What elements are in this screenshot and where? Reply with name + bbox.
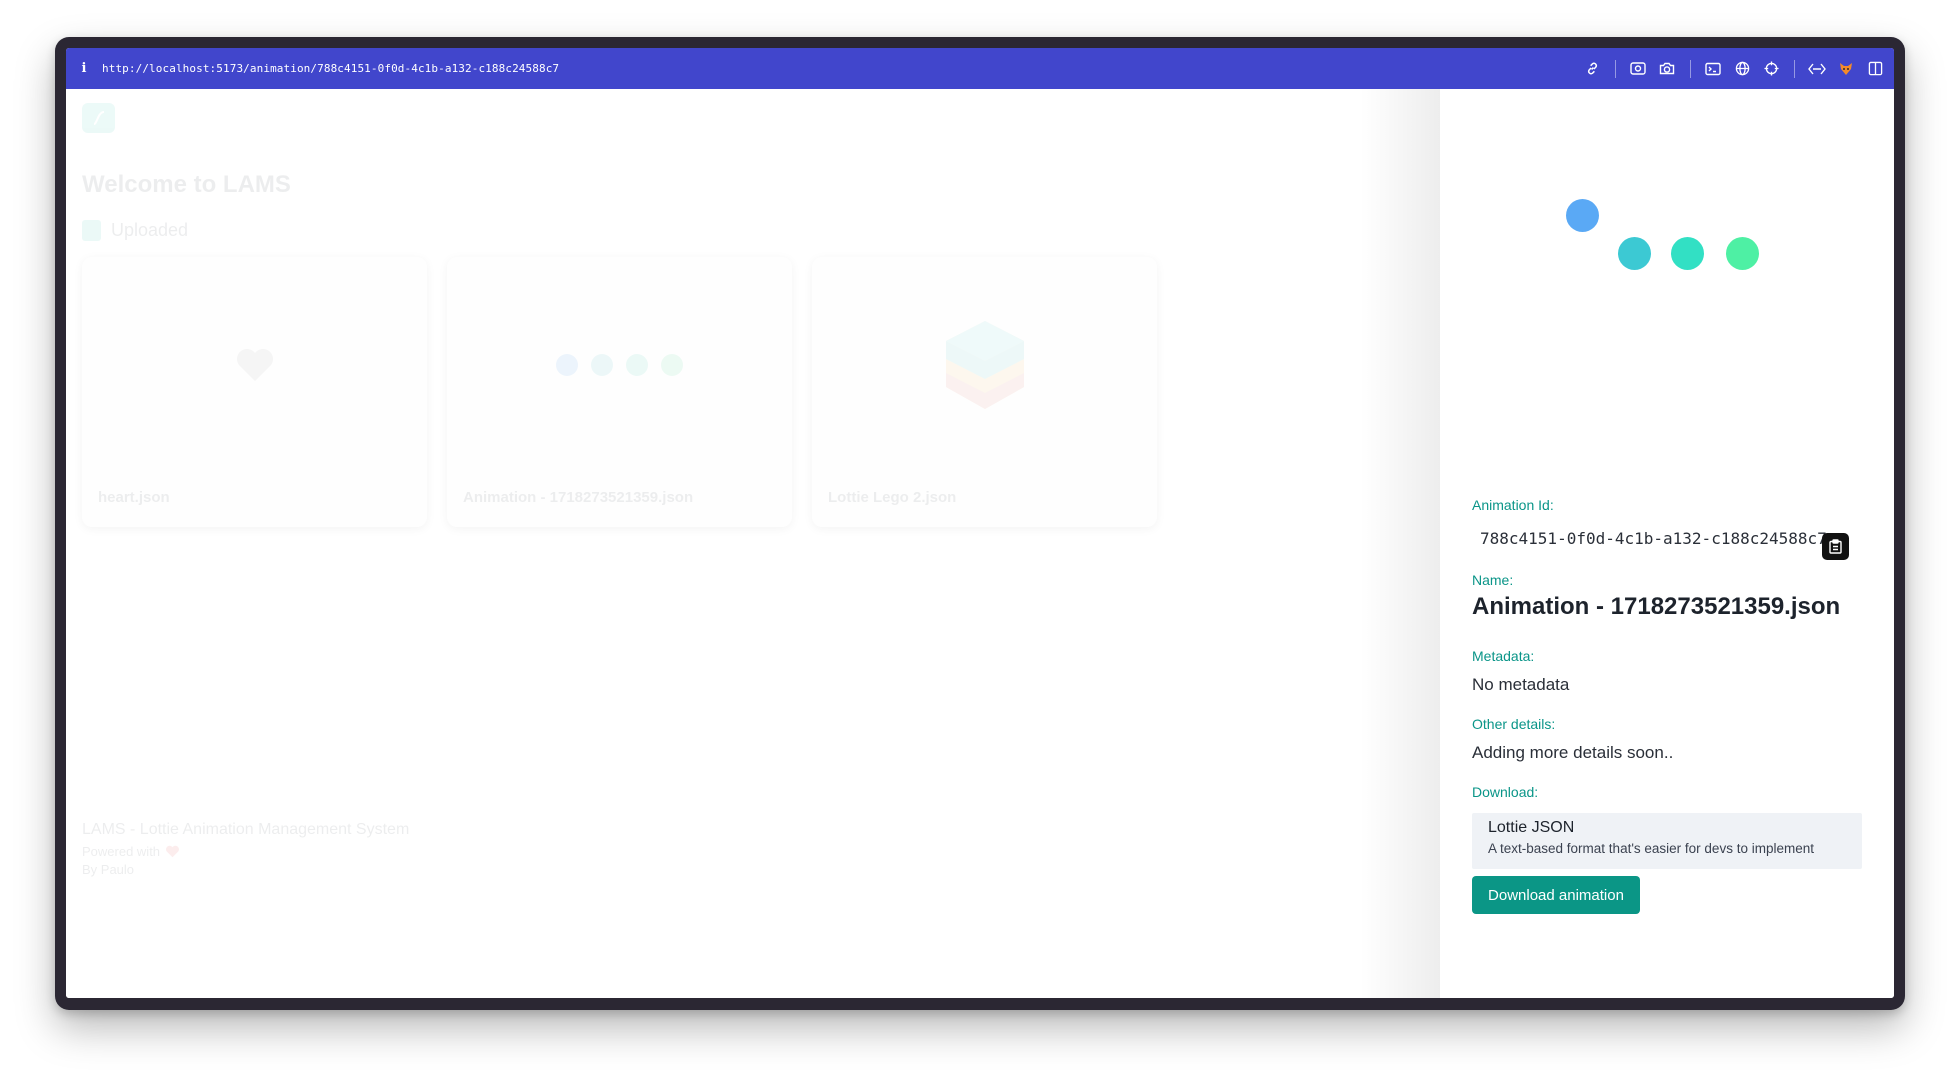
other-details-value: Adding more details soon..: [1472, 743, 1674, 762]
toolbar-divider: [1615, 59, 1616, 78]
animation-id-value: 788c4151-0f0d-4c1b-a132-c188c24588c7: [1480, 529, 1827, 548]
split-panel-icon[interactable]: [1866, 60, 1884, 78]
metadata-value: No metadata: [1472, 675, 1570, 694]
code-arrows-icon[interactable]: [1808, 60, 1826, 78]
uploaded-section-header: Uploaded: [82, 220, 188, 241]
footer-title: LAMS - Lottie Animation Management Syste…: [82, 821, 410, 838]
preview-dot: [1618, 237, 1651, 270]
format-title: Lottie JSON: [1488, 819, 1575, 836]
footer-powered: Powered with: [82, 844, 409, 859]
format-description: A text-based format that's easier for de…: [1488, 841, 1814, 856]
dimmed-page-content: Welcome to LAMS Uploaded heart.json Anim…: [66, 89, 1440, 998]
animation-card[interactable]: Animation - 1718273521359.json: [447, 257, 792, 527]
card-preview: [812, 257, 1157, 472]
card-filename: Lottie Lego 2.json: [828, 489, 957, 506]
page-title: Welcome to LAMS: [82, 171, 291, 198]
lams-logo[interactable]: [82, 103, 115, 133]
dots-preview: [556, 353, 683, 376]
animation-id-label: Animation Id:: [1472, 497, 1554, 513]
clipboard-icon: [1829, 539, 1842, 554]
globe-icon[interactable]: [1733, 60, 1751, 78]
footer-author: By Paulo: [82, 862, 135, 877]
animation-detail-drawer: Animation Id: 788c4151-0f0d-4c1b-a132-c1…: [1440, 89, 1894, 998]
browser-viewport: i http://localhost:5173/animation/788c41…: [66, 48, 1894, 998]
card-preview: [82, 257, 427, 472]
other-details-label: Other details:: [1472, 716, 1556, 732]
card-filename: heart.json: [98, 489, 170, 506]
copy-id-button[interactable]: [1822, 533, 1849, 560]
uploaded-label: Uploaded: [111, 220, 189, 240]
animation-preview: [1440, 89, 1894, 369]
browser-window: i http://localhost:5173/animation/788c41…: [55, 37, 1905, 1010]
toolbar-divider: [1794, 59, 1795, 78]
animation-card-list: heart.json Animation - 1718273521359.jso…: [82, 257, 1157, 527]
animation-name: Animation - 1718273521359.json: [1472, 593, 1841, 620]
terminal-icon[interactable]: [1704, 60, 1722, 78]
lego-stack-icon: [945, 320, 1024, 409]
animation-card[interactable]: Lottie Lego 2.json: [812, 257, 1157, 527]
name-label: Name:: [1472, 572, 1514, 588]
drawer-shadow: [1360, 89, 1440, 998]
file-icon: [82, 220, 101, 241]
crosshair-icon[interactable]: [1762, 60, 1780, 78]
link-icon[interactable]: [1583, 60, 1601, 78]
preview-dot: [1671, 237, 1704, 270]
card-preview: [447, 257, 792, 472]
browser-url-bar: i http://localhost:5173/animation/788c41…: [66, 48, 1894, 89]
extension-fox-icon[interactable]: [1837, 60, 1855, 78]
screenshot-icon[interactable]: [1629, 60, 1647, 78]
card-filename: Animation - 1718273521359.json: [463, 489, 694, 506]
download-format-option[interactable]: Lottie JSON A text-based format that's e…: [1472, 813, 1862, 869]
heart-icon: [166, 845, 180, 858]
metadata-label: Metadata:: [1472, 648, 1535, 664]
heart-icon: [236, 348, 273, 381]
preview-dot: [1726, 237, 1759, 270]
preview-dot: [1566, 199, 1599, 232]
download-animation-button[interactable]: Download animation: [1472, 876, 1640, 914]
powered-label: Powered with: [82, 844, 161, 859]
info-icon[interactable]: i: [66, 61, 102, 76]
animation-card[interactable]: heart.json: [82, 257, 427, 527]
camera-icon[interactable]: [1658, 60, 1676, 78]
download-label: Download:: [1472, 784, 1539, 800]
background-page: Welcome to LAMS Uploaded heart.json Anim…: [66, 89, 1440, 998]
toolbar-divider: [1690, 59, 1691, 78]
url-text[interactable]: http://localhost:5173/animation/788c4151…: [102, 62, 559, 75]
page-footer: LAMS - Lottie Animation Management Syste…: [82, 821, 409, 877]
browser-toolbar: [1572, 48, 1884, 89]
